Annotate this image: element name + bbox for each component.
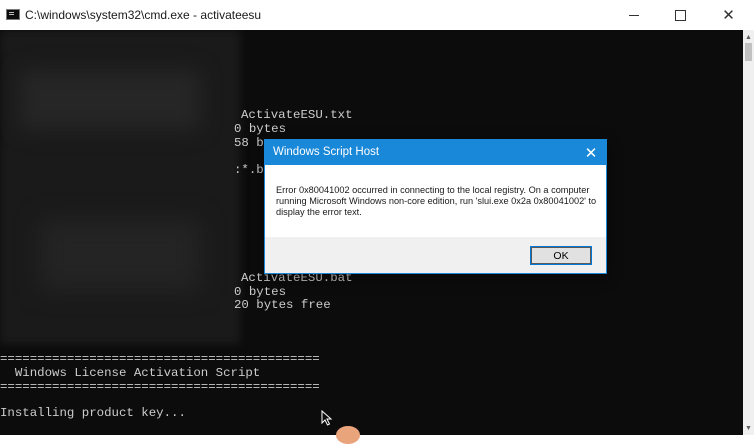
scroll-up-icon[interactable]: ▲ — [743, 32, 754, 42]
dialog-message: Error 0x80041002 occurred in connecting … — [276, 185, 597, 217]
maximize-button[interactable] — [657, 0, 703, 30]
mouse-pointer-icon — [321, 410, 333, 426]
taskbar-badge — [336, 426, 360, 444]
close-icon: ✕ — [722, 7, 735, 24]
scrollbar-thumb[interactable] — [745, 43, 752, 61]
window-title: C:\windows\system32\cmd.exe - activatees… — [25, 8, 262, 22]
console-line: Installing product key... — [0, 406, 186, 420]
console-line: 0 bytes — [234, 122, 287, 136]
scroll-down-icon[interactable]: ▼ — [743, 423, 754, 433]
console-line: Windows License Activation Script — [0, 366, 261, 380]
console-line: ========================================… — [0, 352, 320, 366]
dialog-titlebar[interactable]: Windows Script Host ✕ — [265, 140, 606, 165]
minimize-icon — [629, 14, 639, 16]
close-button[interactable]: ✕ — [703, 0, 754, 30]
console-line: 20 bytes free — [234, 298, 331, 312]
redacted-region — [20, 70, 200, 130]
console-line: ========================================… — [0, 380, 320, 394]
vertical-scrollbar[interactable]: ▲ ▼ — [743, 30, 754, 435]
dialog-footer: OK — [265, 237, 606, 273]
close-icon: ✕ — [584, 144, 598, 162]
console-line: ActivateESU.txt — [241, 108, 353, 122]
dialog-body: Error 0x80041002 occurred in connecting … — [265, 165, 606, 237]
cmd-icon — [6, 9, 20, 20]
minimize-button[interactable] — [611, 0, 657, 30]
script-host-dialog: Windows Script Host ✕ Error 0x80041002 o… — [264, 139, 607, 274]
dialog-close-button[interactable]: ✕ — [576, 140, 606, 165]
redacted-region — [40, 220, 200, 290]
maximize-icon — [674, 9, 686, 21]
dialog-title: Windows Script Host — [273, 146, 380, 158]
window-titlebar[interactable]: C:\windows\system32\cmd.exe - activatees… — [0, 0, 754, 30]
ok-button[interactable]: OK — [530, 246, 592, 265]
